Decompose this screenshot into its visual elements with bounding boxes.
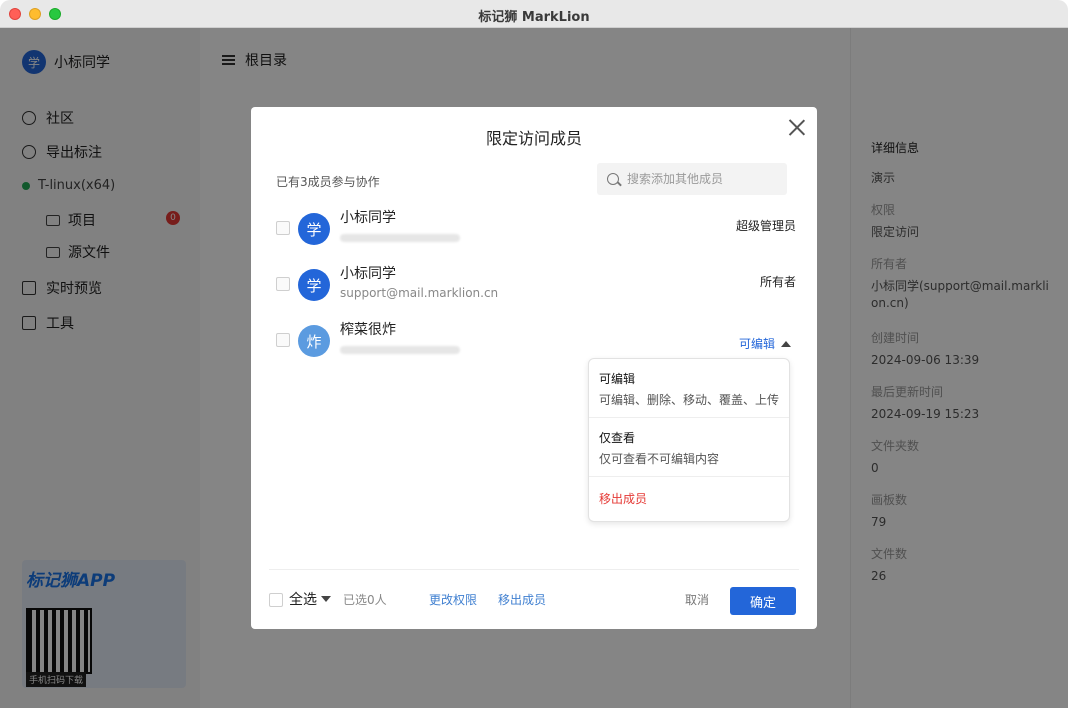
member-name: 小标同学: [340, 266, 396, 282]
cancel-button[interactable]: 取消: [685, 591, 709, 608]
select-all-dropdown[interactable]: 全选: [289, 589, 331, 609]
avatar: 炸: [298, 325, 330, 357]
member-name: 榨菜很炸: [340, 322, 396, 338]
selected-count: 已选0人: [343, 593, 387, 607]
member-name: 小标同学: [340, 210, 396, 226]
dialog-title: 限定访问成员: [485, 129, 582, 148]
permission-dropdown: 可编辑 可编辑 可编辑、删除、移动、覆盖、上传 仅查看 仅可查看不可编辑内容 移…: [576, 325, 801, 533]
search-input[interactable]: [627, 172, 777, 186]
avatar: 学: [298, 269, 330, 301]
member-email-redacted: [340, 234, 460, 242]
permission-menu: 可编辑 可编辑、删除、移动、覆盖、上传 仅查看 仅可查看不可编辑内容 移出成员: [588, 358, 790, 522]
remove-member-option[interactable]: 移出成员: [589, 490, 789, 507]
member-role: 超级管理员: [735, 219, 796, 233]
search-icon: [607, 173, 619, 185]
member-search[interactable]: [597, 163, 787, 195]
permission-select[interactable]: 可编辑: [739, 335, 791, 352]
option-desc: 仅可查看不可编辑内容: [599, 452, 720, 466]
member-email: support@mail.marklion.cn: [340, 286, 499, 300]
window-title: 标记狮 MarkLion: [478, 10, 590, 25]
option-title: 可编辑: [599, 372, 636, 386]
close-icon[interactable]: [787, 117, 807, 137]
member-checkbox[interactable]: [276, 277, 290, 291]
change-permission-link[interactable]: 更改权限: [429, 591, 477, 608]
list-item: 学 小标同学 超级管理员: [276, 207, 796, 251]
member-role: 所有者: [759, 275, 796, 289]
member-count-text: 已有3成员参与协作: [276, 175, 380, 189]
divider: [589, 417, 789, 418]
option-desc: 可编辑、删除、移动、覆盖、上传: [599, 393, 780, 407]
chevron-up-icon: [781, 340, 791, 347]
confirm-button[interactable]: 确定: [730, 587, 796, 615]
permission-current: 可编辑: [738, 337, 775, 351]
member-checkbox[interactable]: [276, 221, 290, 235]
title-bar: 标记狮 MarkLion: [0, 0, 1068, 28]
select-all-label: 全选: [289, 592, 317, 608]
select-all-checkbox[interactable]: [269, 593, 283, 607]
list-item: 学 小标同学 support@mail.marklion.cn 所有者: [276, 263, 796, 307]
remove-members-link[interactable]: 移出成员: [498, 591, 546, 608]
permission-option-view[interactable]: 仅查看 仅可查看不可编辑内容: [589, 429, 789, 467]
footer-divider: [269, 569, 799, 570]
option-title: 仅查看: [599, 431, 636, 445]
permission-option-edit[interactable]: 可编辑 可编辑、删除、移动、覆盖、上传: [589, 370, 789, 408]
member-email-redacted: [340, 346, 460, 354]
chevron-down-icon: [321, 596, 331, 602]
avatar: 学: [298, 213, 330, 245]
option-title: 移出成员: [599, 492, 648, 506]
member-checkbox[interactable]: [276, 333, 290, 347]
divider: [589, 476, 789, 477]
